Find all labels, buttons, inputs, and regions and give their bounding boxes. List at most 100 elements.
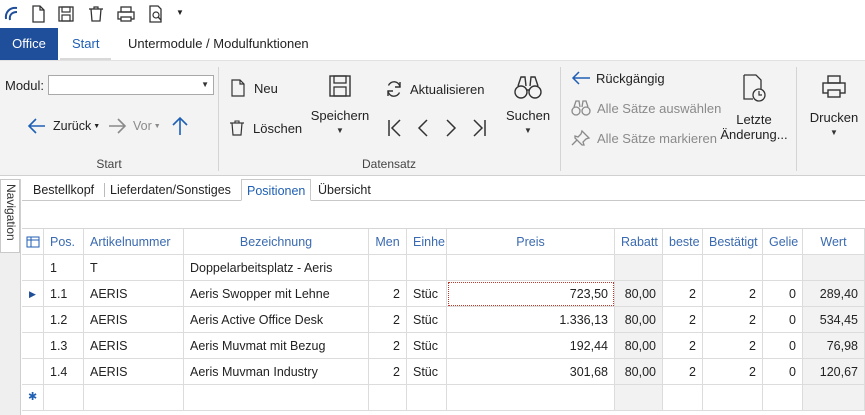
new-row-cell-value[interactable] xyxy=(803,385,865,411)
print-button[interactable]: Drucken ▼ xyxy=(804,73,864,140)
save-button[interactable]: Speichern ▼ xyxy=(308,73,372,138)
grid-cell-unit[interactable]: Stüc xyxy=(407,333,447,359)
grid-cell-confirmed[interactable]: 2 xyxy=(703,281,763,307)
grid-cell-article-number[interactable]: AERIS xyxy=(84,333,184,359)
select-all-records-button[interactable]: Alle Sätze auswählen xyxy=(570,99,721,117)
grid-cell-article-number[interactable]: AERIS xyxy=(84,359,184,385)
new-row-cell-unit[interactable] xyxy=(407,385,447,411)
new-row-cell-article-number[interactable] xyxy=(84,385,184,411)
grid-cell-article-number[interactable]: AERIS xyxy=(84,281,184,307)
grid-cell-pos[interactable]: 1.3 xyxy=(44,333,84,359)
grid-cell-article-number[interactable]: AERIS xyxy=(84,307,184,333)
column-header-discount[interactable]: Rabatt xyxy=(615,229,663,255)
grid-cell-unit[interactable]: Stüc xyxy=(407,359,447,385)
new-row-cell-quantity[interactable] xyxy=(369,385,407,411)
column-header-delivered[interactable]: Gelie xyxy=(763,229,803,255)
previous-record-button[interactable] xyxy=(414,117,432,142)
grid-cell-delivered[interactable]: 0 xyxy=(763,307,803,333)
tab-untermodule[interactable]: Untermodule / Modulfunktionen xyxy=(116,28,321,60)
grid-cell-ordered[interactable]: 2 xyxy=(663,307,703,333)
undo-button[interactable]: Rückgängig xyxy=(570,69,665,87)
next-record-button[interactable] xyxy=(442,117,460,142)
grid-cell-ordered[interactable]: 2 xyxy=(663,333,703,359)
grid-cell-ordered[interactable]: 2 xyxy=(663,359,703,385)
grid-cell-delivered[interactable]: 0 xyxy=(763,281,803,307)
grid-cell-unit[interactable]: Stüc xyxy=(407,281,447,307)
column-header-price[interactable]: Preis xyxy=(447,229,615,255)
row-indicator[interactable] xyxy=(22,307,44,333)
grid-cell-discount[interactable]: 80,00 xyxy=(615,359,663,385)
tab-uebersicht[interactable]: Übersicht xyxy=(313,179,376,201)
grid-cell-description[interactable]: Aeris Muvmat mit Bezug xyxy=(184,333,369,359)
grid-cell-pos[interactable]: 1.2 xyxy=(44,307,84,333)
last-record-button[interactable] xyxy=(470,117,488,142)
tab-bestellkopf[interactable]: Bestellkopf xyxy=(28,179,99,201)
grid-cell-description[interactable]: Aeris Swopper mit Lehne xyxy=(184,281,369,307)
row-indicator[interactable]: ▶ xyxy=(22,281,44,307)
grid-cell-value[interactable]: 534,45 xyxy=(803,307,865,333)
grid-cell-quantity[interactable]: 2 xyxy=(369,281,407,307)
grid-cell-unit[interactable]: Stüc xyxy=(407,307,447,333)
modul-select[interactable]: ▼ xyxy=(48,75,214,95)
grid-cell-delivered[interactable]: 0 xyxy=(763,333,803,359)
grid-cell-description[interactable]: Doppelarbeitsplatz - Aeris xyxy=(184,255,369,281)
grid-cell-quantity[interactable]: 2 xyxy=(369,359,407,385)
grid-cell-discount[interactable] xyxy=(615,255,663,281)
grid-cell-delivered[interactable] xyxy=(763,255,803,281)
save-icon[interactable] xyxy=(56,4,76,24)
grid-cell-pos[interactable]: 1.1 xyxy=(44,281,84,307)
row-indicator[interactable] xyxy=(22,333,44,359)
new-row-cell-pos[interactable] xyxy=(44,385,84,411)
print-icon[interactable] xyxy=(116,4,136,24)
new-document-icon[interactable] xyxy=(28,4,48,24)
forward-button[interactable]: Vor ▼ xyxy=(106,116,161,136)
grid-cell-discount[interactable]: 80,00 xyxy=(615,281,663,307)
grid-cell-confirmed[interactable]: 2 xyxy=(703,307,763,333)
grid-cell-price[interactable]: 723,50 xyxy=(447,281,615,307)
new-row-cell-delivered[interactable] xyxy=(763,385,803,411)
grid-cell-price[interactable]: 301,68 xyxy=(447,359,615,385)
tab-office[interactable]: Office xyxy=(0,28,58,60)
grid-cell-value[interactable]: 289,40 xyxy=(803,281,865,307)
grid-cell-ordered[interactable]: 2 xyxy=(663,281,703,307)
grid-cell-quantity[interactable] xyxy=(369,255,407,281)
back-button[interactable]: Zurück ▼ xyxy=(26,116,100,136)
grid-cell-quantity[interactable]: 2 xyxy=(369,333,407,359)
search-button[interactable]: Suchen ▼ xyxy=(500,73,556,138)
logo-icon[interactable] xyxy=(2,4,22,24)
row-indicator[interactable] xyxy=(22,359,44,385)
new-row-cell-description[interactable] xyxy=(184,385,369,411)
column-header-unit[interactable]: Einhe xyxy=(407,229,447,255)
grid-cell-description[interactable]: Aeris Muvman Industry xyxy=(184,359,369,385)
grid-cell-description[interactable]: Aeris Active Office Desk xyxy=(184,307,369,333)
grid-cell-confirmed[interactable]: 2 xyxy=(703,333,763,359)
new-row-cell-confirmed[interactable] xyxy=(703,385,763,411)
grid-cell-discount[interactable]: 80,00 xyxy=(615,333,663,359)
column-header-ordered[interactable]: beste xyxy=(663,229,703,255)
column-header-confirmed[interactable]: Bestätigt xyxy=(703,229,763,255)
column-header-pos[interactable]: Pos. xyxy=(44,229,84,255)
grid-cell-value[interactable]: 76,98 xyxy=(803,333,865,359)
column-header-description[interactable]: Bezeichnung xyxy=(184,229,369,255)
new-button[interactable]: Neu xyxy=(230,79,278,97)
grid-cell-confirmed[interactable]: 2 xyxy=(703,359,763,385)
last-changes-button[interactable]: Letzte Änderung... xyxy=(718,73,790,142)
refresh-button[interactable]: Aktualisieren xyxy=(384,79,484,99)
new-row-indicator[interactable]: ✱ xyxy=(22,385,44,411)
grid-cell-unit[interactable] xyxy=(407,255,447,281)
grid-cell-price[interactable] xyxy=(447,255,615,281)
navigation-tab[interactable]: Navigation xyxy=(0,179,20,253)
grid-cell-discount[interactable]: 80,00 xyxy=(615,307,663,333)
tab-positionen[interactable]: Positionen xyxy=(241,179,312,201)
grid-cell-pos[interactable]: 1 xyxy=(44,255,84,281)
delete-icon[interactable] xyxy=(86,4,106,24)
new-row-cell-price[interactable] xyxy=(447,385,615,411)
column-header-article-number[interactable]: Artikelnummer xyxy=(84,229,184,255)
column-header-value[interactable]: Wert xyxy=(803,229,865,255)
print-preview-icon[interactable] xyxy=(146,4,166,24)
grid-cell-value[interactable] xyxy=(803,255,865,281)
grid-cell-delivered[interactable]: 0 xyxy=(763,359,803,385)
grid-cell-quantity[interactable]: 2 xyxy=(369,307,407,333)
grid-cell-price[interactable]: 1.336,13 xyxy=(447,307,615,333)
first-record-button[interactable] xyxy=(386,117,404,142)
